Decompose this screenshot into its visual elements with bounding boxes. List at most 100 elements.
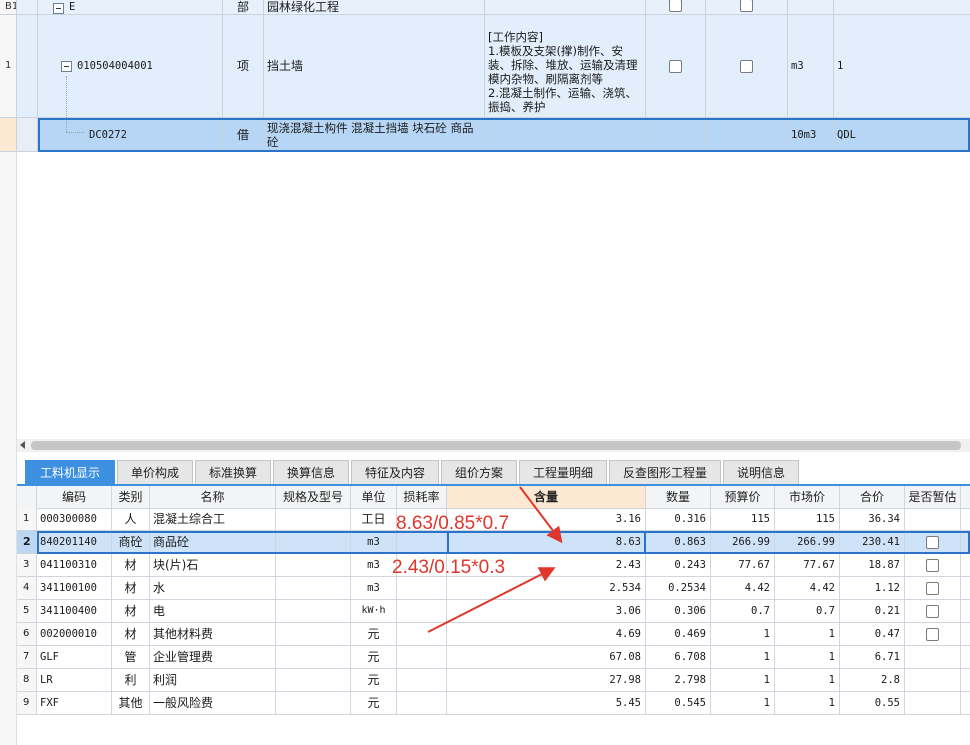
loss-rate-cell[interactable] [397,577,447,600]
budget-price-cell[interactable]: 1 [711,669,775,692]
content-cell[interactable]: 5.45 [447,692,646,715]
horizontal-scrollbar[interactable] [17,439,970,452]
spec-cell[interactable] [276,577,351,600]
header-name[interactable]: 名称 [150,486,276,509]
provisional-cell[interactable] [905,669,961,692]
code-cell[interactable]: 002000010 [37,623,112,646]
budget-price-cell[interactable]: 0.7 [711,600,775,623]
market-price-cell[interactable]: 1 [775,669,840,692]
code-cell[interactable]: LR [37,669,112,692]
loss-rate-cell[interactable] [397,692,447,715]
provisional-checkbox[interactable] [926,627,939,641]
market-price-cell[interactable]: 1 [775,623,840,646]
category-cell[interactable]: 其他 [112,692,150,715]
checkbox-cell[interactable] [646,118,706,152]
collapse-toggle-icon[interactable] [61,60,72,72]
category-cell[interactable]: 材 [112,623,150,646]
unit-cell[interactable]: 元 [351,692,397,715]
provisional-cell[interactable] [905,623,961,646]
provisional-cell[interactable] [905,531,961,554]
budget-price-cell[interactable]: 4.42 [711,577,775,600]
category-cell[interactable]: 人 [112,508,150,531]
code-cell[interactable]: GLF [37,646,112,669]
unit-cell[interactable]: 元 [351,669,397,692]
name-cell[interactable]: 园林绿化工程 [264,0,485,15]
header-quantity[interactable]: 数量 [646,486,711,509]
content-cell[interactable]: 67.08 [447,646,646,669]
quantity-cell[interactable]: 0.2534 [646,577,711,600]
spec-cell[interactable] [276,554,351,577]
provisional-checkbox[interactable] [926,535,939,549]
quantity-cell[interactable]: 0.243 [646,554,711,577]
provisional-cell[interactable] [905,646,961,669]
category-cell[interactable]: 利 [112,669,150,692]
category-cell[interactable]: 管 [112,646,150,669]
checkbox[interactable] [740,0,753,12]
collapse-toggle-icon[interactable] [53,3,64,14]
budget-price-cell[interactable]: 1 [711,692,775,715]
market-price-cell[interactable]: 77.67 [775,554,840,577]
market-price-cell[interactable]: 4.42 [775,577,840,600]
market-price-cell[interactable]: 266.99 [775,531,840,554]
budget-price-cell[interactable]: 115 [711,508,775,531]
quantity-cell[interactable]: 6.708 [646,646,711,669]
budget-price-cell[interactable]: 77.67 [711,554,775,577]
tab-unit-price-composition[interactable]: 单价构成 [117,460,193,484]
provisional-cell[interactable] [905,600,961,623]
spec-cell[interactable] [276,600,351,623]
header-loss-rate[interactable]: 损耗率 [397,486,447,509]
content-cell[interactable]: 2.534 [447,577,646,600]
budget-price-cell[interactable]: 1 [711,646,775,669]
header-unit[interactable]: 单位 [351,486,397,509]
provisional-cell[interactable] [905,554,961,577]
tab-features-content[interactable]: 特征及内容 [351,460,439,484]
provisional-checkbox[interactable] [926,581,939,595]
header-total-price[interactable]: 合价 [840,486,905,509]
code-cell[interactable]: 341100400 [37,600,112,623]
total-price-cell[interactable]: 0.47 [840,623,905,646]
provisional-checkbox[interactable] [926,558,939,572]
scroll-left-arrow-icon[interactable] [20,441,25,449]
spec-cell[interactable] [276,692,351,715]
qty-cell[interactable]: QDL [834,118,970,152]
name-cell[interactable]: 其他材料费 [150,623,276,646]
tab-description-info[interactable]: 说明信息 [723,460,799,484]
quantity-cell[interactable]: 0.545 [646,692,711,715]
loss-rate-cell[interactable] [397,600,447,623]
code-cell[interactable]: 341100100 [37,577,112,600]
total-price-cell[interactable]: 0.55 [840,692,905,715]
spec-cell[interactable] [276,646,351,669]
tab-standard-conversion[interactable]: 标准换算 [195,460,271,484]
total-price-cell[interactable]: 6.71 [840,646,905,669]
scroll-thumb[interactable] [31,441,961,450]
provisional-cell[interactable] [905,692,961,715]
total-price-cell[interactable]: 18.87 [840,554,905,577]
unit-cell[interactable]: m3 [351,531,397,554]
name-cell[interactable]: 商品砼 [150,531,276,554]
content-cell[interactable] [485,0,646,15]
category-cell[interactable]: 材 [112,554,150,577]
unit-cell[interactable]: 10m3 [788,118,834,152]
name-cell[interactable]: 现浇混凝土构件 混凝土挡墙 块石砼 商品砼 [264,118,485,152]
name-cell[interactable]: 企业管理费 [150,646,276,669]
provisional-checkbox[interactable] [926,604,939,618]
unit-cell[interactable]: 元 [351,646,397,669]
qty-cell[interactable]: 1 [834,15,970,118]
spec-cell[interactable] [276,623,351,646]
checkbox-cell[interactable] [706,118,788,152]
name-cell[interactable]: 一般风险费 [150,692,276,715]
name-cell[interactable]: 挡土墙 [264,15,485,118]
type-cell[interactable]: 借 [223,118,264,152]
header-content[interactable]: 含量 [447,486,646,509]
quantity-cell[interactable]: 2.798 [646,669,711,692]
checkbox-cell[interactable] [646,15,706,118]
market-price-cell[interactable]: 0.7 [775,600,840,623]
tab-conversion-info[interactable]: 换算信息 [273,460,349,484]
unit-cell[interactable]: m3 [351,554,397,577]
unit-cell[interactable]: 工日 [351,508,397,531]
category-cell[interactable]: 材 [112,600,150,623]
unit-cell[interactable]: 元 [351,623,397,646]
total-price-cell[interactable]: 1.12 [840,577,905,600]
market-price-cell[interactable]: 1 [775,692,840,715]
header-category[interactable]: 类别 [112,486,150,509]
